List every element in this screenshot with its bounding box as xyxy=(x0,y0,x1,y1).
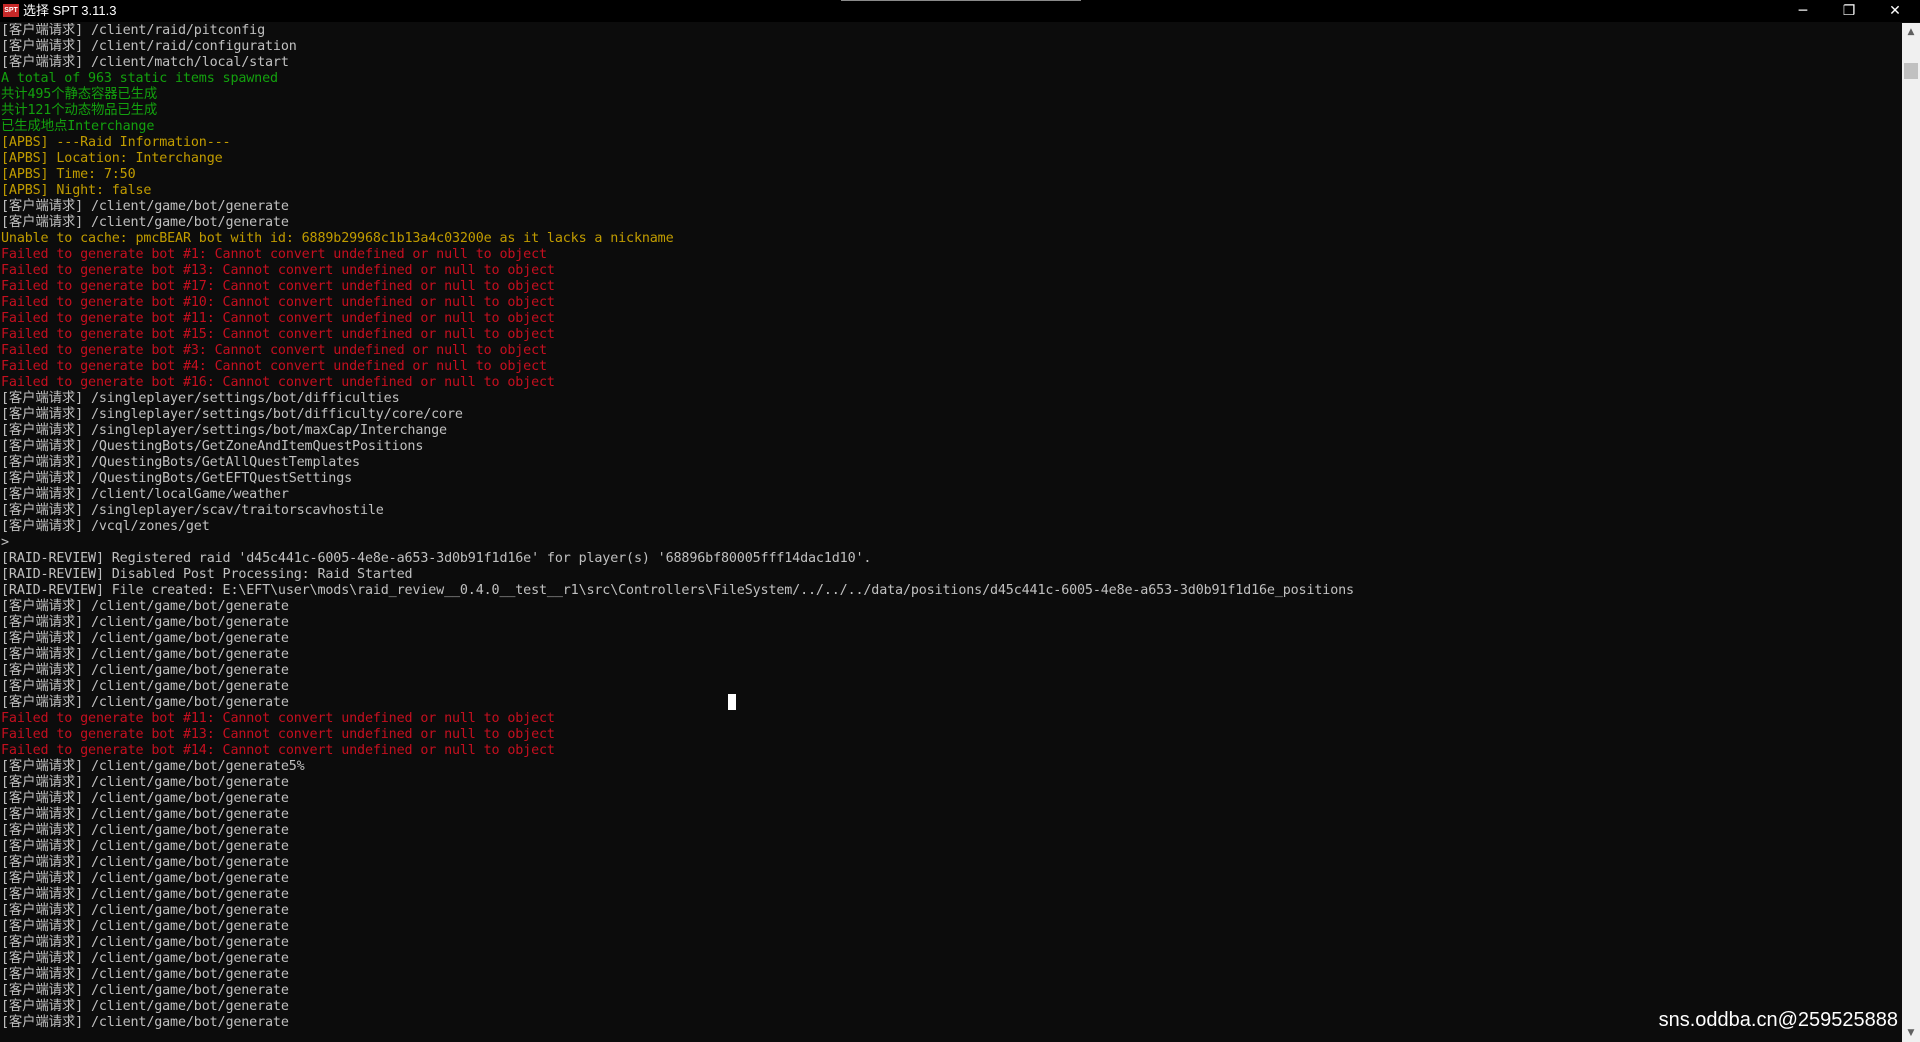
watermark: sns.oddba.cn@259525888 xyxy=(1658,1009,1898,1031)
console-line: [客户端请求] /client/game/bot/generate xyxy=(1,999,289,1014)
title-bar-accent xyxy=(841,0,1081,1)
console-line: [客户端请求] /client/game/bot/generate xyxy=(1,967,289,982)
console-line: [客户端请求] /QuestingBots/GetEFTQuestSetting… xyxy=(1,471,353,486)
console-line: [客户端请求] /client/game/bot/generate xyxy=(1,807,289,822)
scroll-down-icon[interactable]: ▼ xyxy=(1902,1024,1920,1042)
console-line: [客户端请求] /client/game/bot/generate xyxy=(1,983,289,998)
console-line: [RAID-REVIEW] File created: E:\EFT\user\… xyxy=(1,583,1354,598)
console-line: Failed to generate bot #17: Cannot conve… xyxy=(1,279,555,294)
scroll-up-icon[interactable]: ▲ xyxy=(1902,23,1920,41)
console-line: [客户端请求] /singleplayer/settings/bot/maxCa… xyxy=(1,423,447,438)
console-line: [客户端请求] /vcql/zones/get xyxy=(1,519,210,534)
console-line: [客户端请求] /client/game/bot/generate xyxy=(1,855,289,870)
console-line: [客户端请求] /client/raid/configuration xyxy=(1,39,297,54)
console-line: Failed to generate bot #16: Cannot conve… xyxy=(1,375,555,390)
console-line: [客户端请求] /singleplayer/settings/bot/diffi… xyxy=(1,391,400,406)
console-line: [APBS] Location: Interchange xyxy=(1,151,223,166)
console-line: Failed to generate bot #14: Cannot conve… xyxy=(1,743,555,758)
console-line: Failed to generate bot #13: Cannot conve… xyxy=(1,263,555,278)
console-line: Failed to generate bot #3: Cannot conver… xyxy=(1,343,547,358)
console-line: Failed to generate bot #1: Cannot conver… xyxy=(1,247,547,262)
console-line: [客户端请求] /client/raid/pitconfig xyxy=(1,23,265,38)
console-line: 共计121个动态物品已生成 xyxy=(1,103,158,118)
console-line: 已生成地点Interchange xyxy=(1,119,155,134)
console-line: [客户端请求] /client/game/bot/generate xyxy=(1,663,289,678)
text-cursor xyxy=(728,694,736,710)
console-line: [客户端请求] /client/localGame/weather xyxy=(1,487,289,502)
console-line: Failed to generate bot #15: Cannot conve… xyxy=(1,327,555,342)
console-line: [客户端请求] /client/game/bot/generate xyxy=(1,935,289,950)
console-line: Failed to generate bot #10: Cannot conve… xyxy=(1,295,555,310)
console-line: A total of 963 static items spawned xyxy=(1,71,278,86)
console-line: [客户端请求] /singleplayer/settings/bot/diffi… xyxy=(1,407,463,422)
console-line: [客户端请求] /client/game/bot/generate xyxy=(1,695,289,710)
console-line: [客户端请求] /client/game/bot/generate xyxy=(1,887,289,902)
restore-button[interactable]: ❐ xyxy=(1826,0,1872,22)
console-line: Unable to cache: pmcBEAR bot with id: 68… xyxy=(1,231,674,246)
console-line: > xyxy=(1,535,9,550)
console-line: [客户端请求] /QuestingBots/GetAllQuestTemplat… xyxy=(1,455,360,470)
console-line: [客户端请求] /client/game/bot/generate xyxy=(1,599,289,614)
console-line: [客户端请求] /client/game/bot/generate xyxy=(1,215,289,230)
console-line: Failed to generate bot #11: Cannot conve… xyxy=(1,311,555,326)
console-line: [客户端请求] /client/game/bot/generate xyxy=(1,919,289,934)
title-bar: SPT 选择 SPT 3.11.3 ─ ❐ ✕ xyxy=(0,0,1920,22)
console-line: [RAID-REVIEW] Registered raid 'd45c441c-… xyxy=(1,551,872,566)
vertical-scrollbar[interactable]: ▲ ▼ xyxy=(1902,23,1920,1042)
console-output[interactable]: [客户端请求] /client/raid/pitconfig [客户端请求] /c… xyxy=(0,23,1900,1042)
console-line: [APBS] Time: 7:50 xyxy=(1,167,136,182)
console-line: [客户端请求] /singleplayer/scav/traitorscavho… xyxy=(1,503,384,518)
console-line: [客户端请求] /client/game/bot/generate xyxy=(1,823,289,838)
window-title: 选择 SPT 3.11.3 xyxy=(23,3,117,18)
console-line: [客户端请求] /client/game/bot/generate xyxy=(1,647,289,662)
console-line: Failed to generate bot #13: Cannot conve… xyxy=(1,727,555,742)
console-line: [客户端请求] /client/game/bot/generate xyxy=(1,631,289,646)
console-line: [客户端请求] /client/game/bot/generate xyxy=(1,775,289,790)
console-line: [客户端请求] /client/game/bot/generate xyxy=(1,903,289,918)
console-line: [APBS] ---Raid Information--- xyxy=(1,135,231,150)
console-line: 共计495个静态容器已生成 xyxy=(1,87,158,102)
app-icon: SPT xyxy=(3,4,19,17)
console-line: [客户端请求] /client/match/local/start xyxy=(1,55,289,70)
console-line: [客户端请求] /client/game/bot/generate xyxy=(1,199,289,214)
scrollbar-thumb[interactable] xyxy=(1904,63,1918,79)
console-line: [客户端请求] /client/game/bot/generate xyxy=(1,1015,289,1030)
close-button[interactable]: ✕ xyxy=(1872,0,1918,22)
console-line: [客户端请求] /client/game/bot/generate xyxy=(1,871,289,886)
console-line: [客户端请求] /client/game/bot/generate xyxy=(1,951,289,966)
console-line: [客户端请求] /client/game/bot/generate xyxy=(1,791,289,806)
console-line: [APBS] Night: false xyxy=(1,183,152,198)
console-line: [客户端请求] /client/game/bot/generate xyxy=(1,679,289,694)
console-line: [客户端请求] /client/game/bot/generate5% xyxy=(1,759,305,774)
console-line: [RAID-REVIEW] Disabled Post Processing: … xyxy=(1,567,413,582)
console-line: Failed to generate bot #11: Cannot conve… xyxy=(1,711,555,726)
console-line: [客户端请求] /client/game/bot/generate xyxy=(1,839,289,854)
console-line: Failed to generate bot #4: Cannot conver… xyxy=(1,359,547,374)
minimize-button[interactable]: ─ xyxy=(1780,0,1826,22)
console-line: [客户端请求] /QuestingBots/GetZoneAndItemQues… xyxy=(1,439,424,454)
console-line: [客户端请求] /client/game/bot/generate xyxy=(1,615,289,630)
